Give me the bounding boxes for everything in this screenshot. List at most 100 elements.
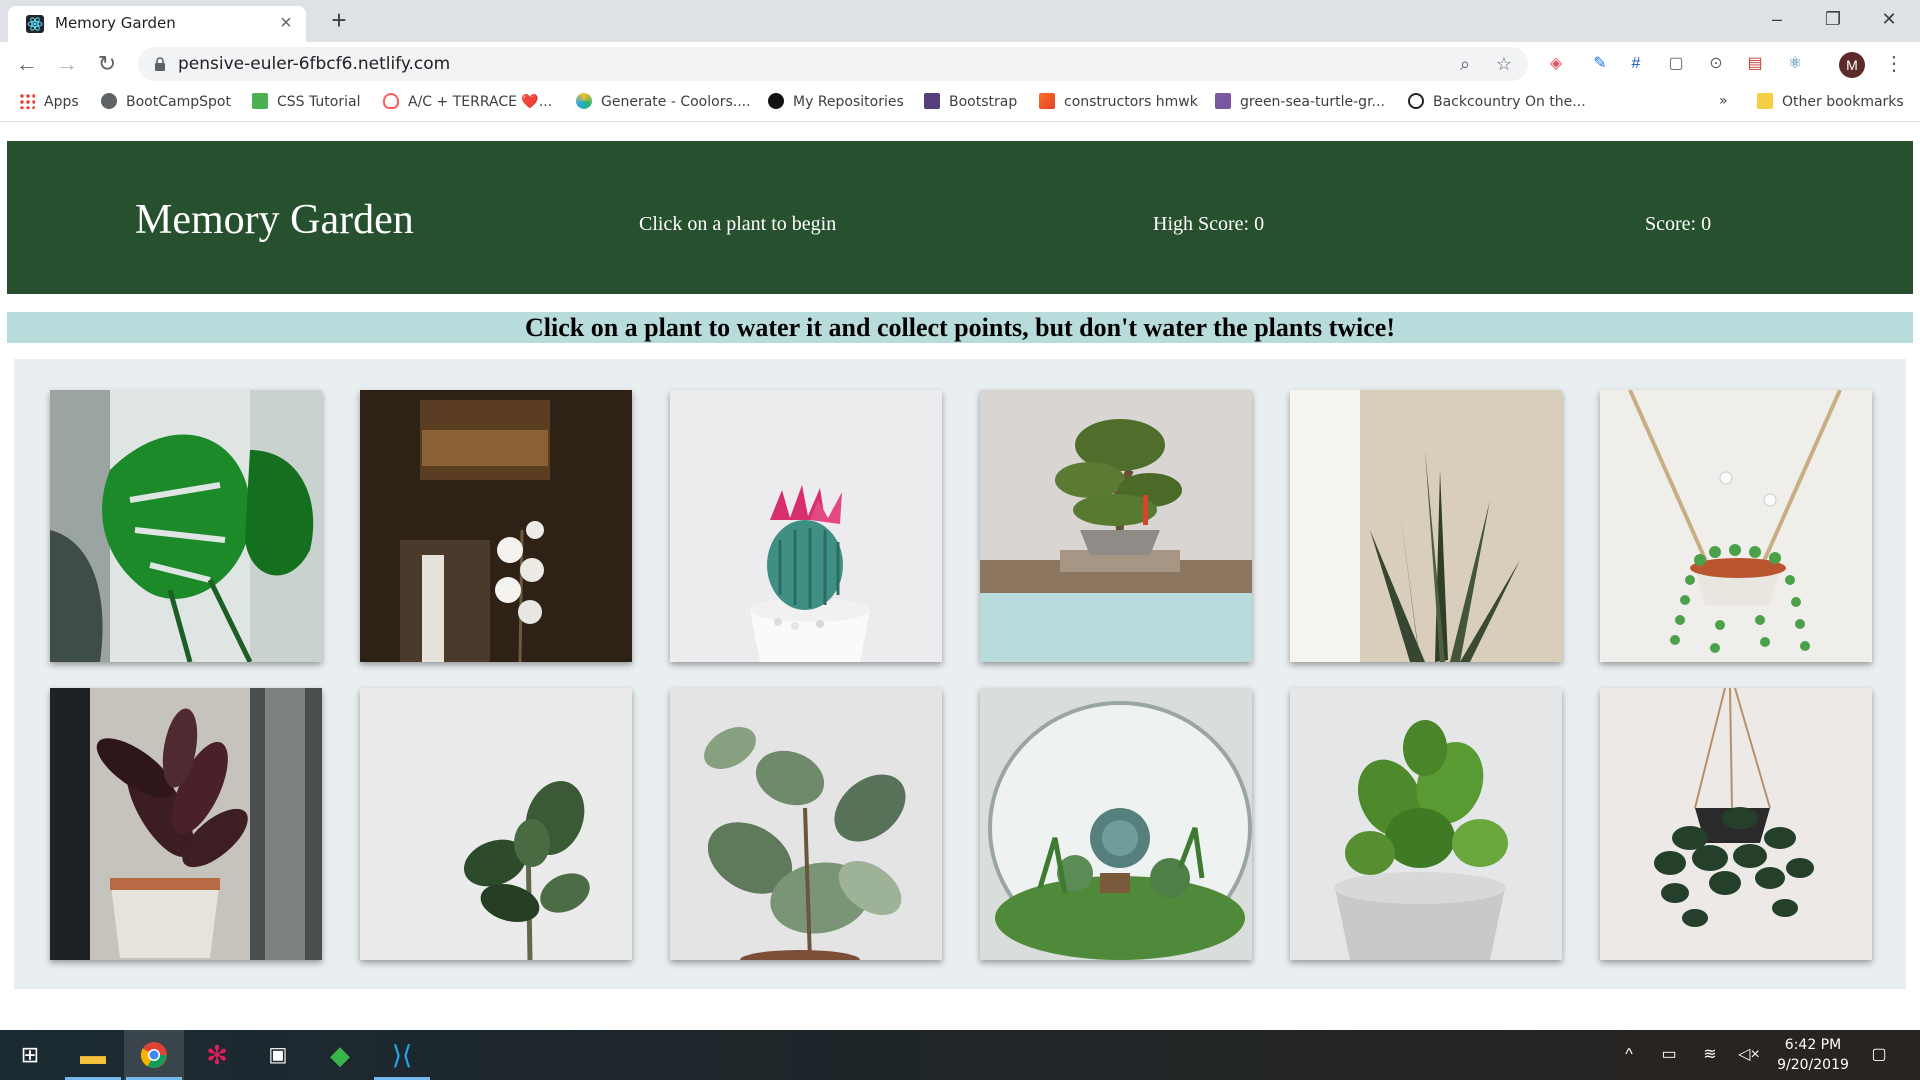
high-score: High Score: 0 [1153, 213, 1265, 235]
battery-icon[interactable]: ▭ [1658, 1044, 1680, 1066]
close-icon[interactable]: × [276, 13, 296, 33]
extension-red-icon[interactable]: ◈ [1544, 52, 1568, 76]
wifi-icon[interactable]: ≋ [1699, 1044, 1721, 1066]
current-score: Score: 0 [1645, 213, 1712, 235]
plant-card-rubber-plant-burgundy[interactable] [50, 688, 322, 960]
bootstrap-icon [924, 93, 940, 109]
page-title: Memory Garden [135, 197, 414, 243]
bookmark-label: green-sea-turtle-gr... [1240, 94, 1385, 110]
plant-card-flowering-cactus[interactable] [670, 390, 942, 662]
address-bar[interactable]: pensive-euler-6fbcf6.netlify.com ⌕ ☆ [138, 47, 1528, 81]
rubber-plant-burgundy-image [50, 688, 322, 960]
flowering-cactus-image [670, 390, 942, 662]
plant-card-basil[interactable] [1290, 688, 1562, 960]
extension-code-icon[interactable]: ⊙ [1704, 52, 1728, 76]
plant-card-hanging-pothos[interactable] [1600, 688, 1872, 960]
chrome-logo-icon [140, 1042, 167, 1068]
chrome-taskbar-icon[interactable] [124, 1030, 184, 1080]
bookmark-label: Bootstrap [949, 94, 1018, 110]
plant-card-fiddle-leaf-fig[interactable] [360, 688, 632, 960]
bookmark-green-sea-turtle[interactable]: green-sea-turtle-gr... [1215, 93, 1385, 115]
heroku-icon [1215, 93, 1231, 109]
restore-window-icon[interactable]: ❐ [1813, 4, 1853, 34]
bookmark-label: Backcountry On the... [1433, 94, 1586, 110]
extension-pen-icon[interactable]: ✎ [1588, 52, 1612, 76]
profile-avatar[interactable]: M [1839, 52, 1865, 78]
chrome-menu-icon[interactable]: ⋮ [1882, 52, 1906, 76]
string-of-pearls-image [1600, 390, 1872, 662]
github-icon [768, 93, 784, 109]
apps-grid-icon [19, 93, 35, 109]
terminal-icon[interactable]: ▣ [248, 1030, 308, 1080]
bookmark-label: Generate - Coolors.... [601, 94, 751, 110]
backcountry-icon [1408, 93, 1424, 109]
minimize-window-icon[interactable]: – [1757, 4, 1797, 34]
browser-tab[interactable]: Memory Garden × [8, 6, 306, 42]
instructions-banner: Click on a plant to water it and collect… [7, 312, 1913, 343]
volume-muted-icon[interactable]: ◁× [1738, 1044, 1760, 1066]
new-tab-plus-icon[interactable]: + [325, 6, 353, 34]
basil-image [1290, 688, 1562, 960]
plant-card-bonsai-tree[interactable] [980, 390, 1252, 662]
file-explorer-icon[interactable]: ▬ [63, 1030, 123, 1080]
hanging-pothos-image [1600, 688, 1872, 960]
snake-plant-image [1290, 390, 1562, 662]
windows-taskbar: ⊞ ▬ ✻ ▣ ◆ ⟩⟨ ^ ▭ ≋ ◁× 6:42 PM 9/20/2019 … [0, 1030, 1920, 1080]
bookmark-label: Apps [44, 94, 79, 110]
back-arrow-icon[interactable]: ← [12, 49, 42, 79]
close-window-icon[interactable]: ✕ [1869, 4, 1909, 34]
airbnb-icon [383, 93, 399, 109]
other-bookmarks[interactable]: Other bookmarks [1757, 93, 1904, 115]
plant-card-string-of-pearls[interactable] [1600, 390, 1872, 662]
browser-toolbar: ← → ↻ pensive-euler-6fbcf6.netlify.com ⌕… [0, 42, 1920, 86]
slack-icon[interactable]: ✻ [187, 1030, 247, 1080]
other-bookmarks-label: Other bookmarks [1782, 94, 1904, 110]
plant-card-snake-plant[interactable] [1290, 390, 1562, 662]
vscode-icon[interactable]: ⟩⟨ [372, 1030, 432, 1080]
extension-pdf-icon[interactable]: ▤ [1743, 52, 1767, 76]
extension-screenshot-icon[interactable]: ▢ [1664, 52, 1688, 76]
plant-grid [14, 359, 1906, 989]
folder-icon [1757, 93, 1773, 109]
extension-react-devtools-icon[interactable]: ⚛ [1783, 52, 1807, 76]
monstera-image [50, 390, 322, 662]
url-text: pensive-euler-6fbcf6.netlify.com [178, 54, 451, 74]
tab-title: Memory Garden [55, 14, 176, 32]
zoom-magnifier-icon[interactable]: ⌕ [1453, 52, 1477, 76]
bookmark-label: CSS Tutorial [277, 94, 361, 110]
bookmarks-overflow-chevron-icon[interactable]: » [1719, 93, 1728, 115]
notifications-icon[interactable]: ▢ [1868, 1044, 1890, 1066]
bookmark-css-tutorial[interactable]: CSS Tutorial [252, 93, 360, 115]
plant-card-white-orchid[interactable] [360, 390, 632, 662]
windows-start-icon[interactable]: ⊞ [0, 1030, 60, 1080]
bookmark-star-icon[interactable]: ☆ [1492, 52, 1516, 76]
reload-icon[interactable]: ↻ [92, 49, 122, 79]
bookmark-bootstrap[interactable]: Bootstrap [924, 93, 1017, 115]
bookmark-coolors[interactable]: Generate - Coolors.... [576, 93, 751, 115]
forward-arrow-icon[interactable]: → [52, 49, 82, 79]
sourcetree-icon[interactable]: ◆ [310, 1030, 370, 1080]
system-clock[interactable]: 6:42 PM 9/20/2019 [1768, 1035, 1858, 1075]
clock-time: 6:42 PM [1784, 1037, 1842, 1053]
succulent-terrarium-image [980, 688, 1252, 960]
extension-grid-icon[interactable]: # [1624, 52, 1648, 76]
bookmark-constructors-hmwk[interactable]: constructors hmwk [1039, 93, 1198, 115]
bookmark-label: constructors hmwk [1064, 94, 1198, 110]
tray-chevron-up-icon[interactable]: ^ [1618, 1044, 1640, 1066]
bookmark-backcountry[interactable]: Backcountry On the... [1408, 93, 1586, 115]
gitlab-icon [1039, 93, 1055, 109]
bonsai-tree-image [980, 390, 1252, 662]
bookmark-bootcampspot[interactable]: BootCampSpot [101, 93, 231, 115]
react-favicon-icon [26, 15, 44, 33]
bookmark-label: BootCampSpot [126, 94, 231, 110]
bookmark-ac-terrace[interactable]: A/C + TERRACE ❤️... [383, 93, 552, 115]
game-header: Memory Garden Click on a plant to begin … [7, 141, 1913, 294]
plant-card-succulent-terrarium[interactable] [980, 688, 1252, 960]
clock-date: 9/20/2019 [1777, 1057, 1849, 1073]
plant-card-variegated-rubber-plant[interactable] [670, 688, 942, 960]
bookmark-my-repositories[interactable]: My Repositories [768, 93, 904, 115]
white-orchid-image [360, 390, 632, 662]
bookmark-apps[interactable]: Apps [19, 93, 79, 115]
plant-card-monstera[interactable] [50, 390, 322, 662]
lock-icon [155, 57, 165, 71]
